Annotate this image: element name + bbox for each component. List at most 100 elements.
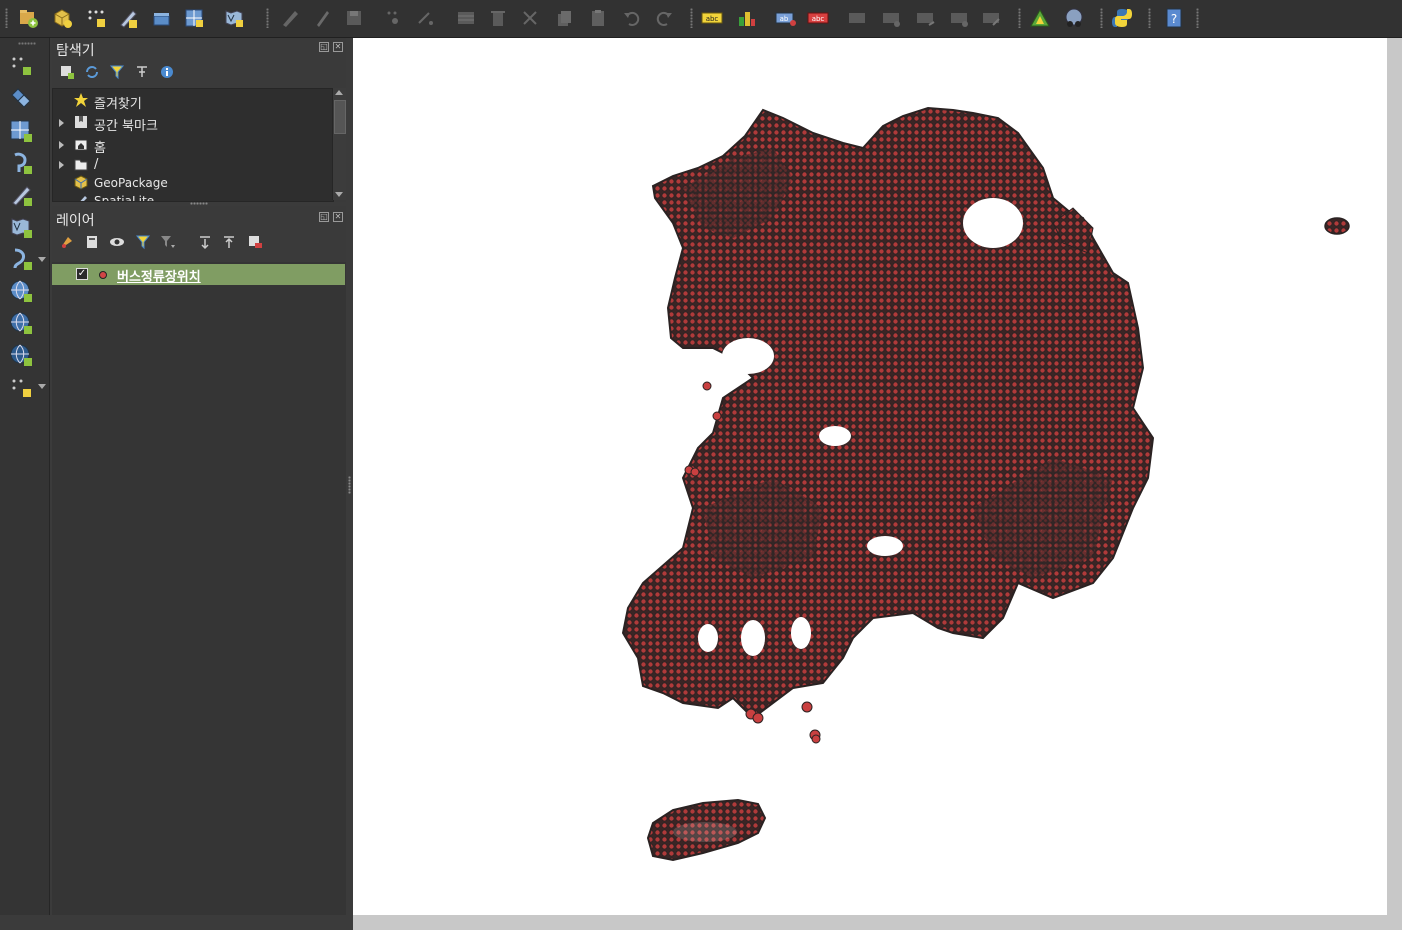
add-wms-layer-icon[interactable] — [222, 6, 246, 30]
redo-icon[interactable] — [652, 6, 676, 30]
panel-resize-grip[interactable] — [190, 202, 208, 205]
new-geopackage-layer-icon[interactable] — [50, 6, 74, 30]
float-panel-icon[interactable]: ◱ — [319, 42, 329, 52]
tree-item-favorites[interactable]: 즐겨찾기 — [53, 91, 333, 112]
layers-tree[interactable]: ✓ 버스정류장위치 — [52, 262, 346, 920]
toolbar-grip[interactable] — [5, 8, 8, 28]
expand-arrow-icon[interactable] — [59, 161, 64, 169]
tree-item-spatial-bookmarks[interactable]: 공간 북마크 — [53, 113, 333, 134]
expand-arrow-icon[interactable] — [59, 119, 64, 127]
ulleungdo-point-cluster — [1324, 217, 1350, 235]
refresh-icon[interactable] — [83, 63, 101, 81]
toggle-editing-icon[interactable] — [310, 6, 334, 30]
add-wms-wmts-layer-icon[interactable] — [8, 278, 34, 304]
toolbar-grip[interactable] — [690, 8, 693, 28]
cut-features-icon[interactable] — [518, 6, 542, 30]
change-label-icon[interactable] — [948, 6, 972, 30]
collapse-all-icon[interactable] — [220, 233, 238, 251]
svg-text:ab: ab — [780, 15, 789, 23]
close-panel-icon[interactable]: ✕ — [333, 42, 343, 52]
move-label-icon[interactable] — [880, 6, 904, 30]
tree-item-label: SpatiaLite — [94, 194, 155, 202]
show-hide-labels-icon[interactable] — [846, 6, 870, 30]
svg-text:abc: abc — [812, 15, 825, 23]
modify-attributes-icon[interactable] — [454, 6, 478, 30]
expand-all-icon[interactable] — [196, 233, 214, 251]
add-wcs-layer-icon[interactable] — [8, 310, 34, 336]
label-tool-icon[interactable]: abc — [700, 6, 724, 30]
layer-row[interactable]: ✓ 버스정류장위치 — [52, 264, 345, 285]
tree-item-label: 즐겨찾기 — [94, 97, 142, 112]
tree-item-root[interactable]: / — [53, 155, 333, 175]
remove-layer-icon[interactable] — [246, 233, 264, 251]
diagram-tool-icon[interactable] — [734, 6, 758, 30]
help-icon[interactable]: ? — [1162, 6, 1186, 30]
toolbar-grip[interactable] — [1196, 8, 1199, 28]
paste-features-icon[interactable] — [586, 6, 610, 30]
browser-scrollbar[interactable] — [332, 88, 346, 200]
scroll-up-icon[interactable] — [335, 90, 343, 95]
add-virtual-layer-icon[interactable] — [182, 6, 206, 30]
add-feature-icon[interactable] — [382, 6, 406, 30]
scroll-down-icon[interactable] — [335, 192, 343, 197]
processing-toolbox-icon[interactable] — [1028, 6, 1052, 30]
add-spatialite-layer-icon[interactable] — [8, 182, 34, 208]
toolbar-grip[interactable] — [18, 42, 36, 45]
open-data-source-manager-icon[interactable] — [16, 6, 40, 30]
splitter-grip[interactable] — [348, 476, 351, 494]
new-temporary-scratch-layer-icon[interactable] — [84, 6, 108, 30]
folder-icon — [74, 159, 88, 171]
map-canvas[interactable] — [353, 38, 1387, 915]
new-shapefile-layer-icon[interactable] — [116, 6, 140, 30]
point-symbol-icon — [99, 271, 107, 279]
rotate-label-icon[interactable] — [914, 6, 938, 30]
add-postgis-layer-icon[interactable] — [8, 150, 34, 176]
toolbar-grip[interactable] — [266, 8, 269, 28]
python-console-icon[interactable] — [1110, 6, 1134, 30]
tree-item-spatialite[interactable]: SpatiaLite — [53, 192, 333, 202]
dropdown-arrow-icon[interactable] — [38, 384, 46, 389]
label-properties-icon[interactable] — [980, 6, 1004, 30]
tree-item-geopackage[interactable]: GeoPackage — [53, 174, 333, 194]
close-panel-icon[interactable]: ✕ — [333, 212, 343, 222]
add-virtual-layer-icon[interactable] — [8, 214, 34, 240]
map-edge — [353, 915, 1402, 930]
browser-tree[interactable]: 즐겨찾기 공간 북마크 홈 / GeoPackage SpatiaLite — [52, 88, 334, 202]
copy-features-icon[interactable] — [552, 6, 576, 30]
toolbar-grip[interactable] — [1148, 8, 1151, 28]
add-mssql-layer-icon[interactable] — [8, 246, 34, 272]
scroll-thumb[interactable] — [334, 100, 346, 134]
undo-icon[interactable] — [620, 6, 644, 30]
new-temporary-layer-icon[interactable] — [8, 374, 34, 400]
add-wfs-layer-icon[interactable] — [8, 342, 34, 368]
current-edits-icon[interactable] — [278, 6, 302, 30]
toolbar-grip[interactable] — [1100, 8, 1103, 28]
collapse-all-icon[interactable] — [133, 63, 151, 81]
bookmark-icon — [75, 116, 87, 128]
add-layer-icon[interactable] — [150, 6, 174, 30]
layers-panel-title: 레이어 — [56, 213, 95, 229]
add-selected-layers-icon[interactable] — [58, 63, 76, 81]
add-raster-layer-icon[interactable] — [8, 118, 34, 144]
open-layer-styling-icon[interactable] — [58, 233, 76, 251]
tree-item-home[interactable]: 홈 — [53, 135, 333, 156]
manage-map-themes-icon[interactable] — [108, 233, 126, 251]
add-group-icon[interactable] — [83, 233, 101, 251]
save-layer-edits-icon[interactable] — [342, 6, 366, 30]
filter-icon[interactable] — [108, 63, 126, 81]
float-panel-icon[interactable]: ◱ — [319, 212, 329, 222]
add-delimited-text-layer-icon[interactable] — [8, 52, 34, 78]
vertex-tool-icon[interactable] — [414, 6, 438, 30]
pin-labels-icon[interactable]: abc — [806, 6, 830, 30]
layer-visibility-checkbox[interactable]: ✓ — [76, 268, 88, 280]
add-vector-layer-icon[interactable] — [8, 84, 34, 110]
properties-icon[interactable] — [158, 63, 176, 81]
delete-selected-icon[interactable] — [486, 6, 510, 30]
highlight-pinned-labels-icon[interactable]: ab — [774, 6, 798, 30]
toolbar-grip[interactable] — [1018, 8, 1021, 28]
filter-by-expression-icon[interactable] — [158, 233, 176, 251]
plugin-icon[interactable] — [1062, 6, 1086, 30]
dropdown-arrow-icon[interactable] — [38, 257, 46, 262]
expand-arrow-icon[interactable] — [59, 141, 64, 149]
filter-legend-icon[interactable] — [134, 233, 152, 251]
